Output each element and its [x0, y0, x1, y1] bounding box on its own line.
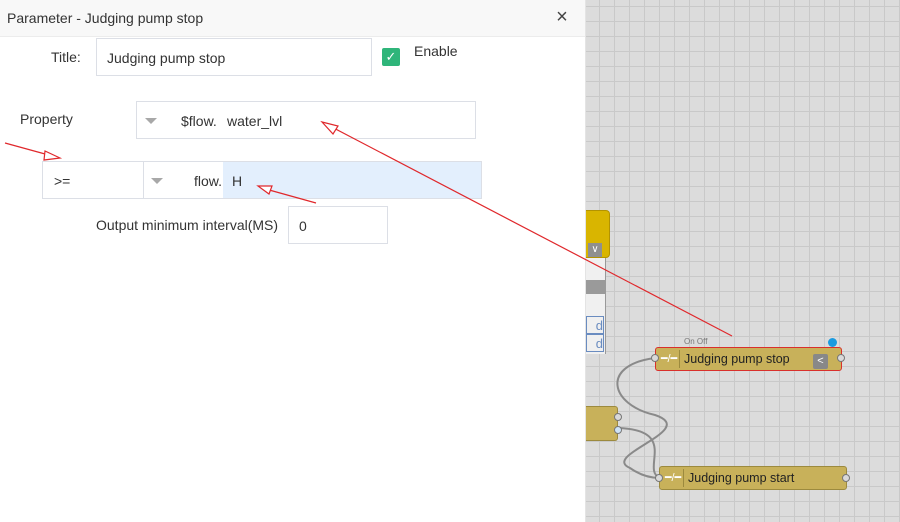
dropdown-caret-icon[interactable]	[151, 178, 163, 184]
title-label: Title:	[51, 49, 81, 65]
title-input-value: Judging pump stop	[107, 50, 226, 66]
node-status-label: On Off	[684, 337, 708, 346]
enable-label: Enable	[414, 43, 458, 59]
node-judging-pump-stop[interactable]: ━/━ Judging pump stop <	[655, 347, 842, 371]
input-port[interactable]	[655, 474, 663, 482]
property-value: water_lvl	[227, 113, 283, 129]
output-port[interactable]	[614, 426, 622, 434]
close-icon[interactable]: ×	[553, 7, 571, 27]
table-header	[586, 280, 606, 294]
collapse-left-icon[interactable]: <	[813, 354, 828, 369]
output-port[interactable]	[837, 354, 845, 362]
enable-checkbox[interactable]: ✓	[382, 48, 400, 66]
node-partial-left[interactable]	[586, 406, 618, 441]
table-cell: d	[586, 316, 604, 334]
property-field[interactable]: $flow. water_lvl	[136, 101, 476, 139]
title-input[interactable]: Judging pump stop	[96, 38, 372, 76]
dialog-header: Parameter - Judging pump stop ×	[0, 0, 585, 37]
compare-prefix: flow.	[194, 173, 223, 189]
status-dot	[828, 338, 837, 347]
property-prefix: $flow.	[181, 113, 217, 129]
node-label: Judging pump start	[688, 471, 795, 485]
interval-label: Output minimum interval(MS)	[96, 217, 279, 233]
property-label: Property	[20, 111, 73, 127]
wire-stop-to-left-node	[616, 357, 668, 479]
interval-value: 0	[299, 218, 307, 234]
operator-select[interactable]: >=	[42, 161, 144, 199]
compare-field[interactable]: flow. H	[143, 161, 482, 199]
output-port[interactable]	[842, 474, 850, 482]
switch-icon: ━/━	[659, 350, 680, 368]
dropdown-caret-icon[interactable]	[145, 118, 157, 124]
node-label: Judging pump stop	[684, 352, 790, 366]
wire-left-node-to-start	[617, 427, 661, 479]
node-judging-pump-start[interactable]: ━/━ Judging pump start	[659, 466, 847, 490]
dialog-title: Parameter - Judging pump stop	[7, 10, 204, 26]
table-cell: d	[586, 334, 604, 352]
output-port[interactable]	[614, 413, 622, 421]
chevron-down-icon[interactable]: ∨	[588, 243, 602, 257]
input-port[interactable]	[651, 354, 659, 362]
parameter-dialog: Parameter - Judging pump stop × Title: J…	[0, 0, 586, 522]
operator-value: >=	[54, 173, 71, 189]
compare-type-select[interactable]: flow.	[144, 162, 223, 198]
switch-icon: ━/━	[663, 469, 684, 487]
table-node-partial[interactable]: d d	[586, 258, 606, 354]
interval-input[interactable]: 0	[288, 206, 388, 244]
compare-value: H	[232, 173, 243, 189]
